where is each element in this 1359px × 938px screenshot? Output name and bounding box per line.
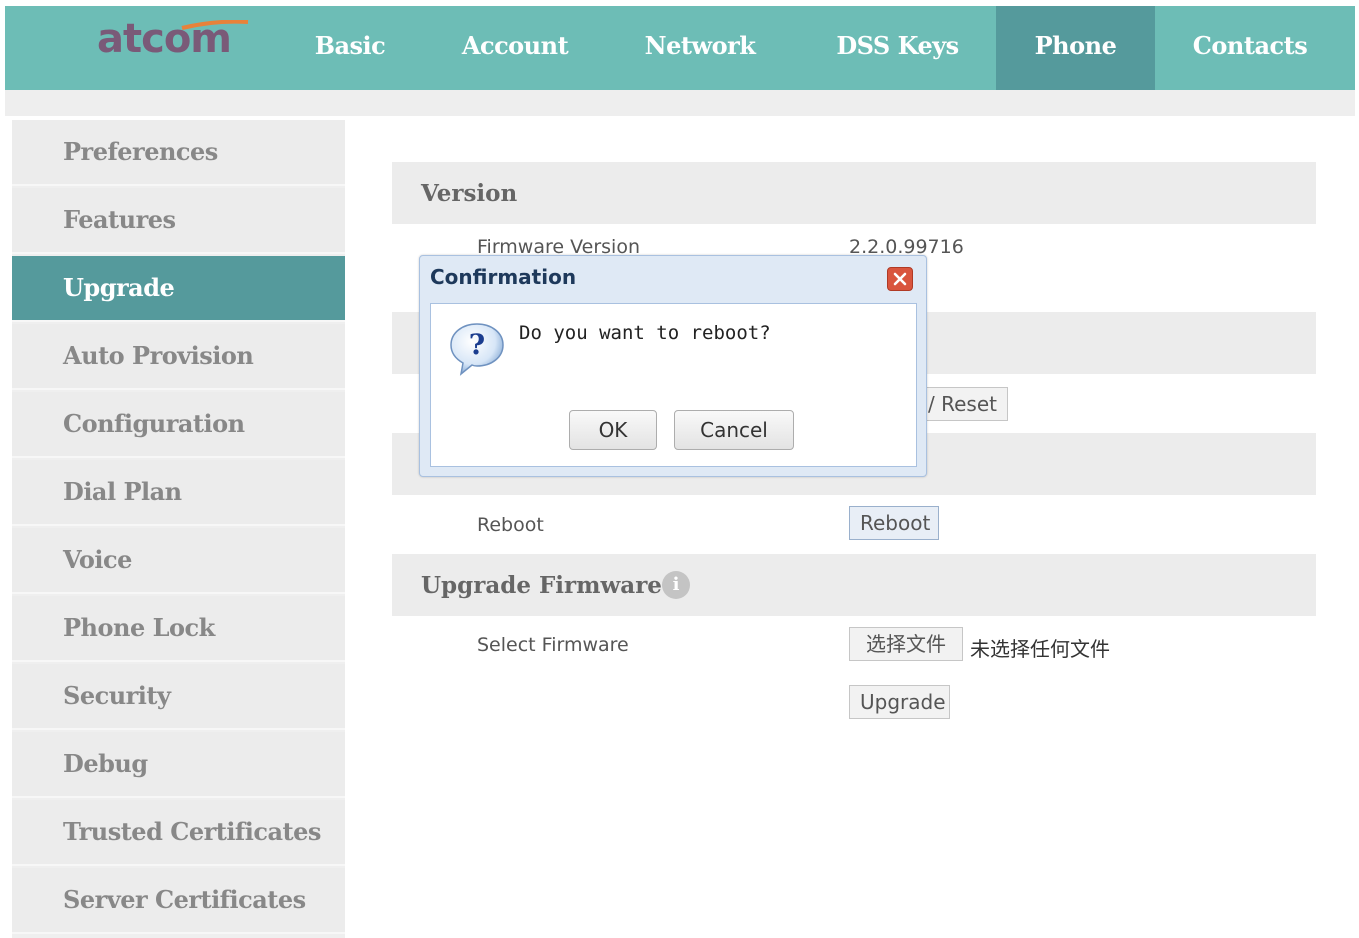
- sidebar-item-server-certificates[interactable]: Server Certificates: [12, 868, 345, 934]
- nav-basic[interactable]: Basic: [290, 6, 410, 90]
- dialog-body: ? Do you want to reboot? OK Cancel: [430, 303, 917, 467]
- close-x-glyph: [893, 272, 907, 286]
- nav-account[interactable]: Account: [440, 6, 590, 90]
- sidebar-item-preferences[interactable]: Preferences: [12, 120, 345, 186]
- question-icon: ?: [450, 323, 504, 376]
- upgrade-firmware-section-heading: Upgrade Firmware: [392, 554, 1316, 616]
- info-icon[interactable]: i: [662, 571, 690, 599]
- sidebar-item-trusted-certificates[interactable]: Trusted Certificates: [12, 800, 345, 866]
- sidebar-item-dial-plan[interactable]: Dial Plan: [12, 460, 345, 526]
- nav-dss-keys[interactable]: DSS Keys: [810, 6, 985, 90]
- dialog-title: Confirmation: [430, 265, 577, 289]
- sidebar-item-voice[interactable]: Voice: [12, 528, 345, 594]
- no-file-selected-text: 未选择任何文件: [970, 637, 1110, 661]
- dialog-message: Do you want to reboot?: [519, 322, 771, 344]
- sidebar-item-configuration[interactable]: Configuration: [12, 392, 345, 458]
- sidebar-item-features[interactable]: Features: [12, 188, 345, 254]
- sidebar-item-phone-lock[interactable]: Phone Lock: [12, 596, 345, 662]
- sidebar-item-auto-provision[interactable]: Auto Provision: [12, 324, 345, 390]
- cancel-button[interactable]: Cancel: [674, 410, 794, 450]
- select-firmware-label: Select Firmware: [477, 634, 629, 656]
- sidebar-item-upgrade[interactable]: Upgrade: [12, 256, 345, 322]
- reboot-label: Reboot: [477, 514, 544, 536]
- nav-network[interactable]: Network: [620, 6, 780, 90]
- sidebar-item-debug[interactable]: Debug: [12, 732, 345, 798]
- sidebar-item-security[interactable]: Security: [12, 664, 345, 730]
- sub-bar: [5, 90, 1355, 116]
- ok-button[interactable]: OK: [569, 410, 657, 450]
- reboot-button[interactable]: Reboot: [849, 506, 939, 540]
- sidebar: Preferences Features Upgrade Auto Provis…: [12, 120, 345, 938]
- top-navigation-bar: atcom Basic Account Network DSS Keys Pho…: [5, 6, 1355, 90]
- svg-text:?: ?: [469, 328, 485, 361]
- upgrade-button[interactable]: Upgrade: [849, 685, 950, 719]
- confirmation-dialog: Confirmation ? Do you want to reboot? OK…: [419, 255, 927, 477]
- choose-file-button[interactable]: 选择文件: [849, 627, 963, 661]
- upgrade-firmware-heading-text: Upgrade Firmware: [421, 572, 662, 599]
- close-icon[interactable]: [887, 267, 913, 291]
- nav-phone[interactable]: Phone: [996, 6, 1155, 90]
- version-section-heading: Version: [392, 162, 1316, 224]
- logo-swoosh-icon: [181, 20, 249, 30]
- nav-contacts[interactable]: Contacts: [1170, 6, 1330, 90]
